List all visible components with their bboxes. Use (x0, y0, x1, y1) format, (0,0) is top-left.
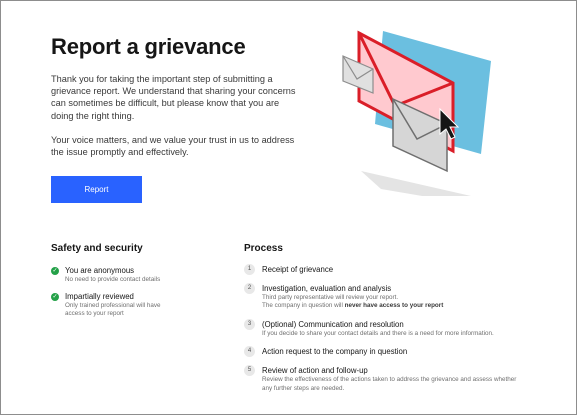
intro-text: Thank you for taking the important step … (51, 73, 301, 170)
process-step: 3 (Optional) Communication and resolutio… (244, 318, 564, 338)
intro-paragraph-1: Thank you for taking the important step … (51, 74, 296, 121)
checkmark-filled-icon: ✓ (51, 267, 59, 275)
safety-title: Safety and security (51, 243, 143, 254)
step-label: Investigation, evaluation and analysis (262, 284, 392, 293)
envelopes-illustration (342, 30, 491, 196)
safety-section: Safety and security ✓ You are anonymous … (51, 243, 231, 327)
step-label: Review of action and follow-up (262, 366, 368, 376)
safety-item-description: No need to provide contact details (65, 276, 161, 283)
page-title: Report a grievance (51, 34, 246, 59)
step-description-text: The company in question will (262, 302, 345, 310)
safety-item: ✓ You are anonymous No need to provide c… (51, 266, 231, 284)
process-step: 2 Investigation, evaluation and analysis… (244, 283, 564, 311)
step-description: Review the effectiveness of the actions … (262, 376, 517, 392)
step-number: 4 (244, 346, 255, 358)
step-description: The company in question will never have … (262, 302, 443, 310)
illustration-shadow (361, 171, 471, 196)
process-step: 4 Action request to the company in quest… (244, 346, 564, 358)
step-description: If you decide to share your contact deta… (262, 329, 494, 337)
safety-item-label: Impartially reviewed (65, 292, 134, 302)
process-step: 1 Receipt of grievance (244, 264, 564, 275)
step-description: Third party representative will review y… (262, 294, 399, 301)
process-section: Process 1 Receipt of grievance 2 Investi… (244, 243, 564, 402)
safety-item-label: You are anonymous (65, 266, 135, 275)
step-description-emphasis: never have access to your report (344, 302, 444, 310)
process-title: Process (244, 243, 283, 254)
safety-item: ✓ Impartially reviewed Only trained prof… (51, 292, 231, 318)
process-step: 5 Review of action and follow-up Review … (244, 365, 564, 393)
page-frame: Report a grievance Thank you for taking … (0, 0, 577, 415)
intro-paragraph-2: Your voice matters, and we value your tr… (51, 134, 295, 158)
step-number: 2 (244, 283, 255, 294)
checkmark-filled-icon: ✓ (51, 293, 59, 302)
step-label: (Optional) Communication and resolution (262, 319, 404, 329)
step-number: 1 (244, 264, 255, 275)
step-label: Action request to the company in questio… (262, 347, 408, 357)
step-number: 3 (244, 318, 255, 330)
step-label: Receipt of grievance (262, 265, 334, 274)
safety-item-description: Only trained professional will have acce… (65, 302, 161, 318)
step-number: 5 (244, 365, 255, 377)
report-button[interactable]: Report (51, 176, 142, 203)
